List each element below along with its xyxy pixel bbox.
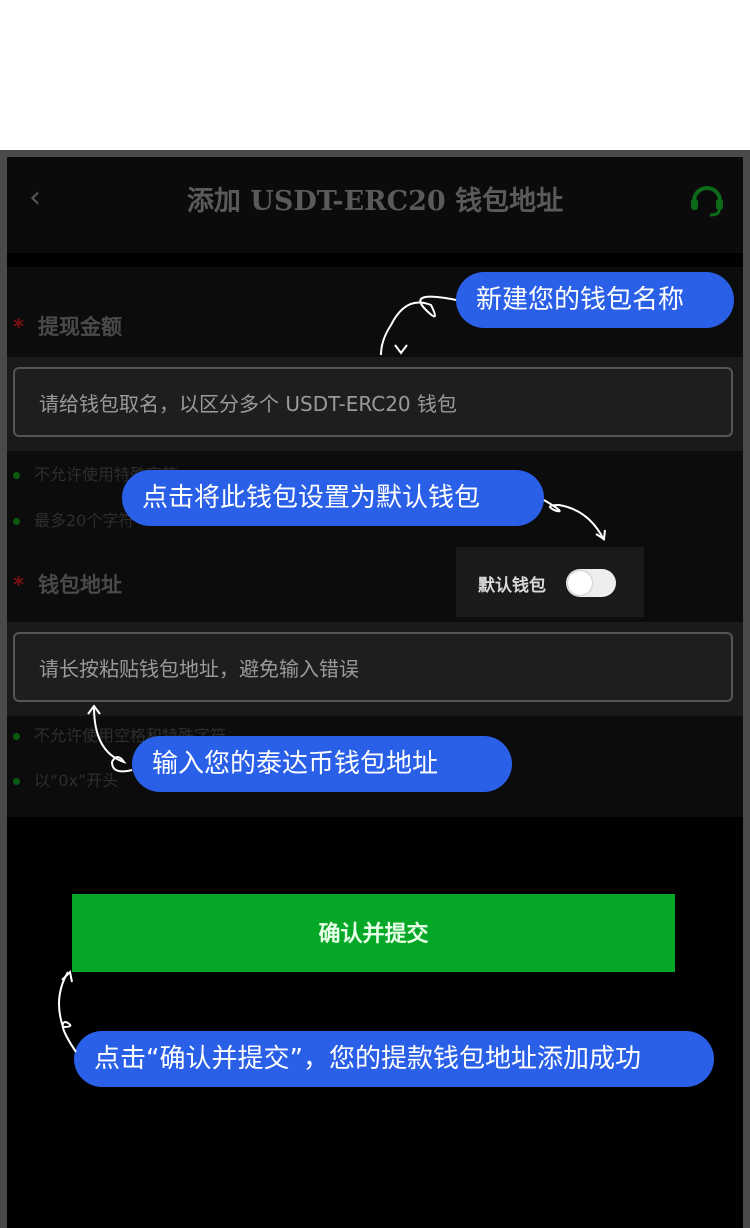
arrow-to-name-input (380, 295, 457, 356)
arrow-to-toggle (543, 499, 605, 541)
tutorial-arrows (58, 295, 606, 1053)
arrow-to-submit (58, 971, 77, 1053)
arrow-to-address-input (93, 706, 133, 773)
